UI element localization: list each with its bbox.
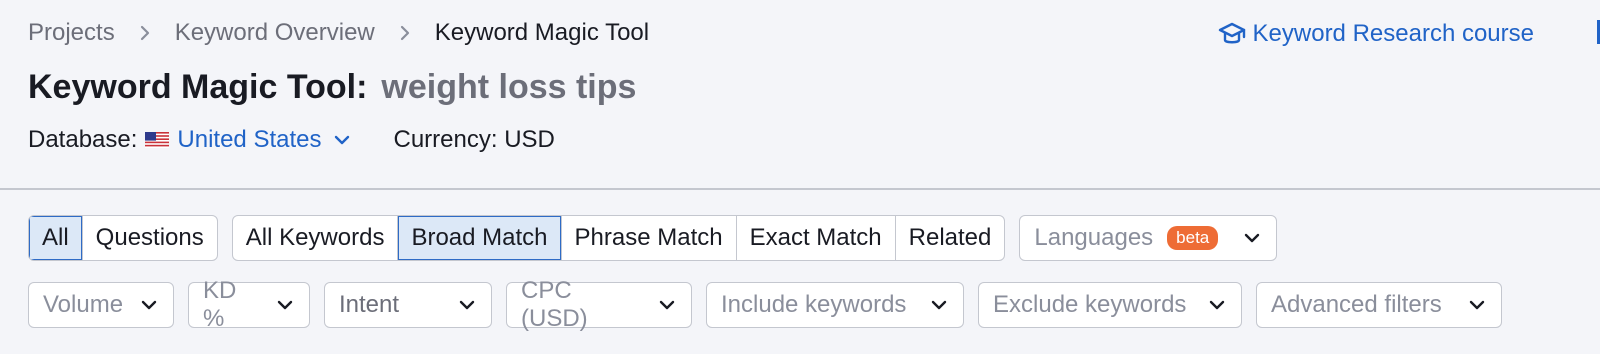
exclude-keywords-filter[interactable]: Exclude keywords bbox=[978, 282, 1242, 328]
us-flag-icon bbox=[145, 132, 170, 148]
chevron-down-icon bbox=[443, 295, 477, 315]
tab-all-keywords[interactable]: All Keywords bbox=[233, 216, 398, 260]
chevron-down-icon bbox=[1193, 295, 1227, 315]
intent-filter[interactable]: Intent bbox=[324, 282, 492, 328]
chevron-down-icon bbox=[1242, 228, 1262, 248]
match-type-toggle: All Keywords Broad Match Phrase Match Ex… bbox=[231, 215, 1006, 261]
graduation-cap-icon bbox=[1218, 22, 1245, 44]
database-selector[interactable]: United States bbox=[145, 126, 351, 154]
breadcrumb-keyword-overview[interactable]: Keyword Overview bbox=[175, 19, 375, 47]
filter-label: Intent bbox=[339, 291, 400, 318]
advanced-filters[interactable]: Advanced filters bbox=[1256, 282, 1502, 328]
chevron-down-icon bbox=[125, 295, 159, 315]
filter-label: Advanced filters bbox=[1271, 291, 1442, 318]
database-label: Database: bbox=[28, 126, 138, 153]
tab-broad-match[interactable]: Broad Match bbox=[397, 216, 561, 260]
chevron-right-icon bbox=[393, 21, 417, 45]
chevron-down-icon bbox=[915, 295, 949, 315]
page-header: Projects Keyword Overview Keyword Magic … bbox=[0, 0, 1600, 190]
tab-phrase-match[interactable]: Phrase Match bbox=[560, 216, 736, 260]
include-keywords-filter[interactable]: Include keywords bbox=[706, 282, 964, 328]
languages-label: Languages bbox=[1034, 224, 1154, 251]
keyword-research-course-link[interactable]: Keyword Research course bbox=[1217, 19, 1534, 49]
tool-name: Keyword Magic Tool: bbox=[28, 68, 368, 106]
filter-label: CPC (USD) bbox=[521, 277, 588, 332]
database-value: United States bbox=[177, 126, 322, 153]
kd-filter[interactable]: KD % bbox=[188, 277, 310, 332]
beta-badge: beta bbox=[1167, 226, 1219, 250]
filter-label: Include keywords bbox=[721, 291, 907, 318]
breadcrumb-current: Keyword Magic Tool bbox=[434, 19, 650, 46]
filter-label: KD % bbox=[203, 277, 237, 332]
tab-all[interactable]: All bbox=[29, 216, 82, 260]
breadcrumb: Projects Keyword Overview Keyword Magic … bbox=[28, 19, 649, 47]
chevron-down-icon bbox=[261, 295, 295, 315]
chevron-right-icon bbox=[133, 21, 157, 45]
page-title: Keyword Magic Tool: weight loss tips bbox=[28, 68, 636, 107]
course-link-label: Keyword Research course bbox=[1252, 20, 1534, 47]
filter-label: Exclude keywords bbox=[993, 291, 1187, 318]
chevron-down-icon bbox=[1453, 295, 1487, 315]
filters-row: Volume KD % Intent CPC (USD) Include key… bbox=[28, 277, 1516, 332]
tab-related[interactable]: Related bbox=[894, 216, 1005, 260]
languages-dropdown[interactable]: Languages beta bbox=[1019, 215, 1278, 261]
currency-text: Currency: USD bbox=[393, 126, 555, 153]
tab-questions[interactable]: Questions bbox=[81, 216, 217, 260]
breadcrumb-projects[interactable]: Projects bbox=[28, 19, 115, 47]
cpc-filter[interactable]: CPC (USD) bbox=[506, 277, 692, 332]
search-query: weight loss tips bbox=[381, 68, 637, 106]
keyword-type-toolbar: All Questions All Keywords Broad Match P… bbox=[28, 215, 1278, 261]
chevron-down-icon bbox=[334, 135, 349, 145]
chevron-down-icon bbox=[643, 295, 677, 315]
volume-filter[interactable]: Volume bbox=[28, 282, 174, 328]
filter-label: Volume bbox=[43, 291, 124, 318]
tab-exact-match[interactable]: Exact Match bbox=[735, 216, 895, 260]
query-type-toggle: All Questions bbox=[28, 215, 218, 261]
database-row: Database: United States Currency: USD bbox=[28, 126, 555, 154]
